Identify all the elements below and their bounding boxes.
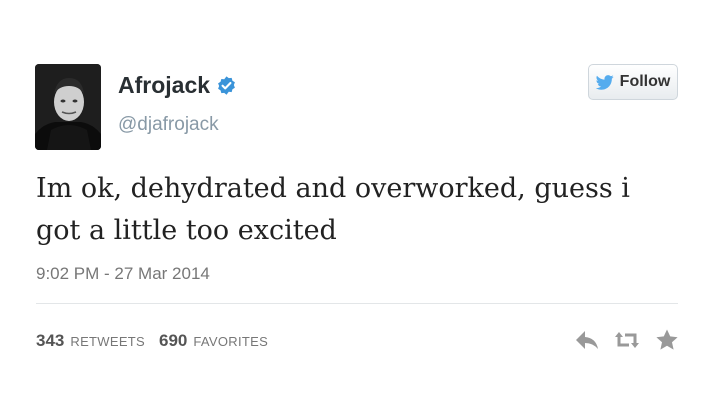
- favorites-label[interactable]: FAVORITES: [193, 334, 268, 349]
- display-name[interactable]: Afrojack: [118, 72, 237, 99]
- follow-label: Follow: [619, 73, 671, 90]
- retweets-count[interactable]: 343: [36, 331, 64, 351]
- reply-icon[interactable]: [574, 328, 600, 352]
- favorite-icon[interactable]: [654, 328, 680, 352]
- retweet-icon[interactable]: [614, 328, 640, 352]
- favorites-count[interactable]: 690: [159, 331, 187, 351]
- twitter-bird-icon: [595, 74, 614, 90]
- tweet-actions: [574, 328, 680, 352]
- tweet-text: Im ok, dehydrated and overworked, guess …: [36, 173, 630, 246]
- user-handle[interactable]: @djafrojack: [118, 114, 219, 136]
- retweets-label[interactable]: RETWEETS: [70, 334, 145, 349]
- follow-button[interactable]: Follow: [588, 64, 678, 100]
- avatar[interactable]: [35, 64, 101, 150]
- tweet-timestamp[interactable]: 9:02 PM - 27 Mar 2014: [36, 264, 210, 284]
- verified-badge-icon: [216, 75, 237, 96]
- tweet-stats: 343 RETWEETS 690 FAVORITES: [36, 331, 276, 351]
- divider: [36, 303, 678, 304]
- tweet-card: Afrojack @djafrojack Follow Im ok, dehyd…: [0, 0, 710, 400]
- display-name-text[interactable]: Afrojack: [118, 72, 210, 99]
